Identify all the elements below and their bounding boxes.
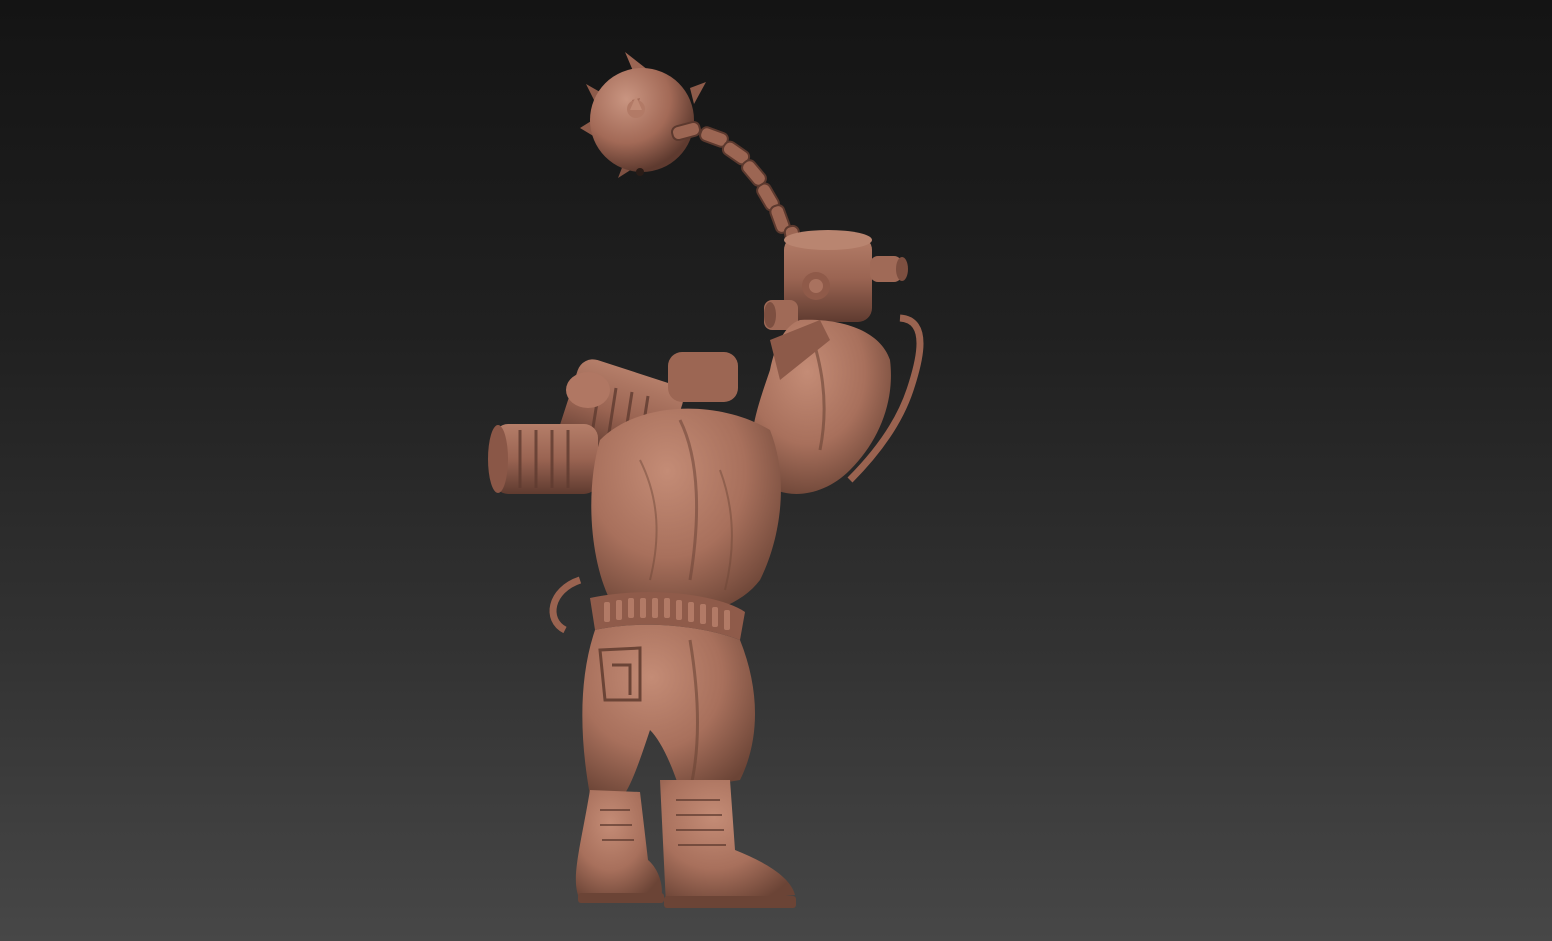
boots [575,780,796,908]
sculpt-viewport[interactable] [0,0,1552,941]
sculpt-model[interactable] [0,0,1552,941]
legs [582,624,755,800]
flail-chain [671,120,803,254]
spiked-ball [580,52,706,178]
